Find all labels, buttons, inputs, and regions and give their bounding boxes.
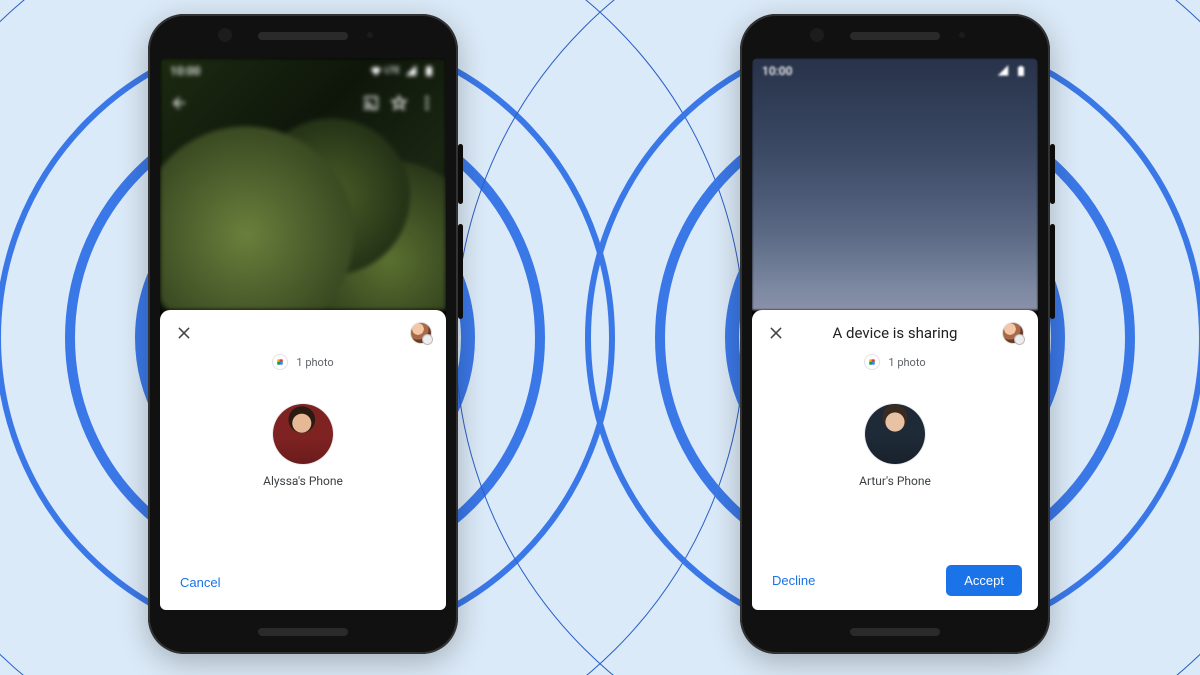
front-camera [810,28,824,42]
overflow-icon[interactable] [418,94,436,112]
power-button [1050,144,1055,204]
close-icon[interactable] [174,323,194,343]
status-time: 10:00 [170,64,200,78]
photos-icon [272,354,288,370]
sensor-dot [959,32,965,38]
volume-button [1050,224,1055,319]
speaker-top [850,32,940,40]
battery-icon [422,64,436,78]
speaker-bottom [258,628,348,636]
accept-button[interactable]: Accept [946,565,1022,596]
photos-icon [864,354,880,370]
avatar [865,404,925,464]
cancel-button[interactable]: Cancel [176,569,224,596]
speaker-top [258,32,348,40]
sender-name: Artur's Phone [859,474,931,488]
volume-button [458,224,463,319]
share-sheet: 1 photo Alyssa's Phone Cancel [160,310,446,610]
wifi-icon [369,64,383,78]
share-summary: 1 photo [160,350,446,378]
share-summary: 1 photo [752,350,1038,378]
back-icon[interactable] [170,94,188,112]
status-time: 10:00 [762,64,792,78]
recipient-name: Alyssa's Phone [263,474,343,488]
speaker-bottom [850,628,940,636]
photo-background: 10:00 LTE [160,58,446,310]
recipient[interactable]: Alyssa's Phone [160,378,446,559]
screen: 10:00 A device is sharing [752,58,1038,610]
screen: 10:00 LTE [160,58,446,610]
photo-background: 10:00 [752,58,1038,310]
item-count: 1 photo [296,356,333,369]
profile-badge[interactable] [410,322,432,344]
sender[interactable]: Artur's Phone [752,378,1038,555]
item-count: 1 photo [888,356,925,369]
phone-receiver: 10:00 A device is sharing [740,14,1050,654]
power-button [458,144,463,204]
receive-sheet: A device is sharing 1 photo Artur's Phon… [752,310,1038,610]
status-bar: 10:00 [752,58,1038,84]
status-bar: 10:00 LTE [160,58,446,84]
phone-sender: 10:00 LTE [148,14,458,654]
signal-icon [996,64,1010,78]
decline-button[interactable]: Decline [768,567,819,594]
photo-toolbar [160,86,446,120]
cast-icon[interactable] [362,94,380,112]
close-icon[interactable] [766,323,786,343]
battery-icon [1014,64,1028,78]
network-label: LTE [385,66,400,76]
profile-badge[interactable] [1002,322,1024,344]
signal-icon [404,64,418,78]
avatar [273,404,333,464]
front-camera [218,28,232,42]
star-icon[interactable] [390,94,408,112]
sensor-dot [367,32,373,38]
sheet-title: A device is sharing [752,324,1038,342]
